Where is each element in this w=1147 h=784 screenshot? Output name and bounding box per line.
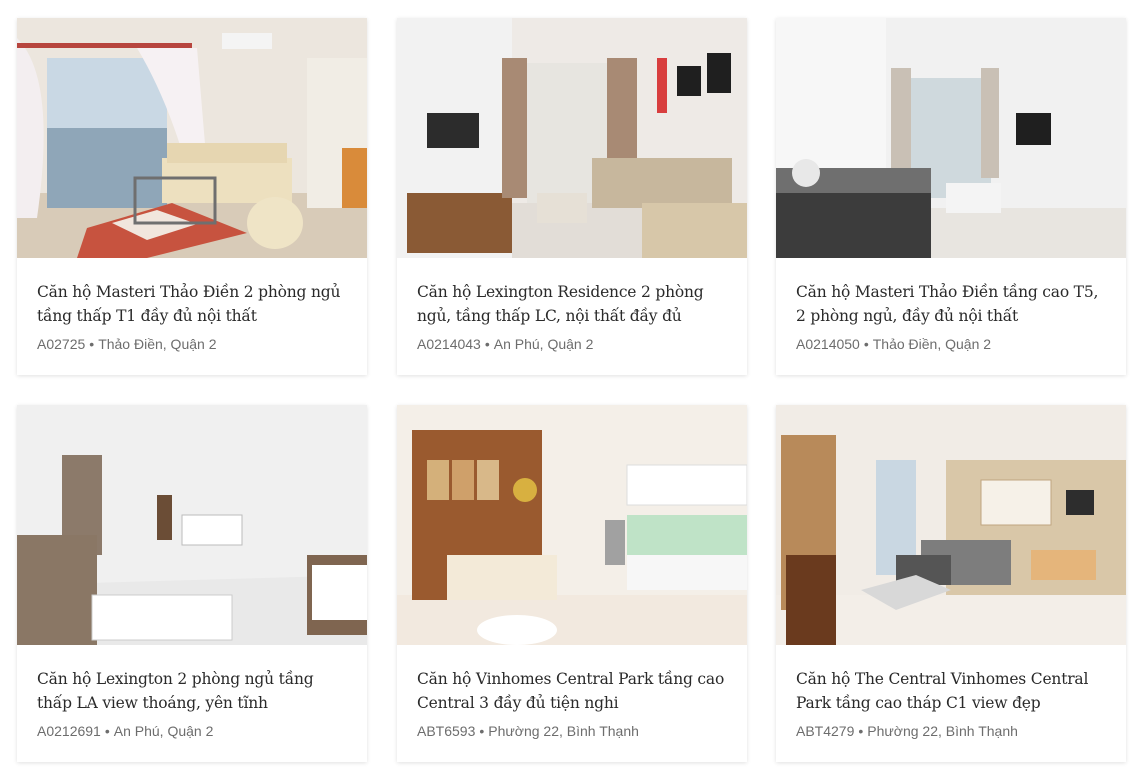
listing-location: Thảo Điền, Quận 2 [98, 336, 217, 352]
listing-meta: ABT4279 • Phường 22, Bình Thạnh [796, 723, 1108, 739]
listing-title[interactable]: Căn hộ Lexington Residence 2 phòng ngủ, … [417, 280, 729, 328]
listing-photo[interactable] [397, 405, 747, 645]
listing-code: ABT4279 [796, 723, 855, 739]
listing-photo[interactable] [776, 18, 1126, 258]
listing-card[interactable]: Căn hộ Lexington 2 phòng ngủ tầng thấp L… [17, 405, 367, 762]
listing-code: A02725 [37, 336, 86, 352]
listing-title[interactable]: Căn hộ Masteri Thảo Điền 2 phòng ngủ tần… [37, 280, 349, 328]
listing-card[interactable]: Căn hộ Masteri Thảo Điền 2 phòng ngủ tần… [17, 18, 367, 375]
listing-body: Căn hộ Masteri Thảo Điền tầng cao T5, 2 … [796, 280, 1108, 352]
listing-body: Căn hộ Vinhomes Central Park tầng cao Ce… [417, 667, 729, 739]
listing-code: A0214043 [417, 336, 481, 352]
listing-title[interactable]: Căn hộ Lexington 2 phòng ngủ tầng thấp L… [37, 667, 349, 715]
listing-grid: Căn hộ Masteri Thảo Điền 2 phòng ngủ tần… [0, 0, 1147, 784]
listing-location: An Phú, Quận 2 [493, 336, 594, 352]
listing-meta: ABT6593 • Phường 22, Bình Thạnh [417, 723, 729, 739]
listing-meta: A0212691 • An Phú, Quận 2 [37, 723, 349, 739]
listing-meta: A0214050 • Thảo Điền, Quận 2 [796, 336, 1108, 352]
separator-dot: • [89, 336, 95, 352]
living-room-photo [397, 405, 747, 645]
separator-dot: • [479, 723, 485, 739]
separator-dot: • [104, 723, 110, 739]
listing-meta: A0214043 • An Phú, Quận 2 [417, 336, 729, 352]
listing-title[interactable]: Căn hộ Vinhomes Central Park tầng cao Ce… [417, 667, 729, 715]
listing-photo[interactable] [17, 18, 367, 258]
separator-dot: • [863, 336, 869, 352]
listing-location: An Phú, Quận 2 [113, 723, 214, 739]
listing-code: A0214050 [796, 336, 860, 352]
listing-body: Căn hộ Masteri Thảo Điền 2 phòng ngủ tần… [37, 280, 349, 352]
listing-location: Thảo Điền, Quận 2 [872, 336, 992, 352]
living-room-photo [397, 18, 747, 258]
listing-code: ABT6593 [417, 723, 476, 739]
living-room-photo [776, 405, 1126, 645]
listing-location: Phường 22, Bình Thạnh [488, 723, 639, 739]
living-room-photo [776, 18, 1126, 258]
listing-body: Căn hộ Lexington 2 phòng ngủ tầng thấp L… [37, 667, 349, 739]
listing-location: Phường 22, Bình Thạnh [867, 723, 1018, 739]
listing-code: A0212691 [37, 723, 101, 739]
listing-photo[interactable] [397, 18, 747, 258]
listing-card[interactable]: Căn hộ The Central Vinhomes Central Park… [776, 405, 1126, 762]
listing-card[interactable]: Căn hộ Vinhomes Central Park tầng cao Ce… [397, 405, 747, 762]
listing-title[interactable]: Căn hộ The Central Vinhomes Central Park… [796, 667, 1108, 715]
listing-body: Căn hộ The Central Vinhomes Central Park… [796, 667, 1108, 739]
separator-dot: • [484, 336, 490, 352]
living-room-photo [17, 18, 367, 258]
listing-card[interactable]: Căn hộ Masteri Thảo Điền tầng cao T5, 2 … [776, 18, 1126, 375]
listing-card[interactable]: Căn hộ Lexington Residence 2 phòng ngủ, … [397, 18, 747, 375]
listing-body: Căn hộ Lexington Residence 2 phòng ngủ, … [417, 280, 729, 352]
listing-meta: A02725 • Thảo Điền, Quận 2 [37, 336, 349, 352]
living-room-photo [17, 405, 367, 645]
listing-photo[interactable] [776, 405, 1126, 645]
separator-dot: • [858, 723, 864, 739]
listing-title[interactable]: Căn hộ Masteri Thảo Điền tầng cao T5, 2 … [796, 280, 1108, 328]
listing-photo[interactable] [17, 405, 367, 645]
